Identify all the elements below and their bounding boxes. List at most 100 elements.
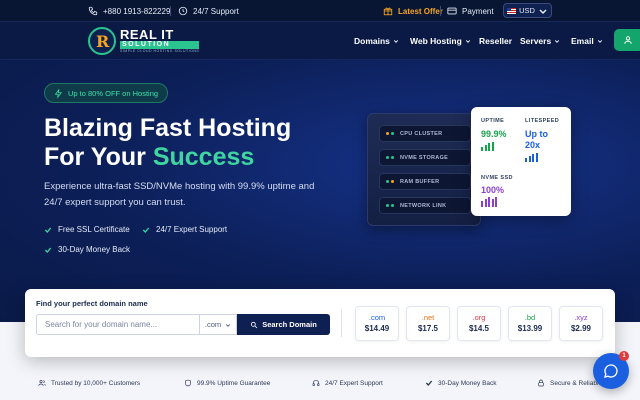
uptime-value: 99.9% [481, 129, 507, 139]
domain-search-input[interactable]: Search for your domain name... [36, 314, 199, 335]
uptime-label: UPTIME [481, 118, 505, 124]
tld-name: .com [368, 313, 386, 322]
currency-selector[interactable]: USD [503, 3, 552, 18]
nav-item-servers[interactable]: Servers [520, 36, 560, 46]
rack-ram: RAM BUFFER [379, 173, 471, 190]
hero-title-line1: Blazing Fast Hosting [44, 114, 292, 142]
rack-label: CPU CLUSTER [400, 130, 443, 137]
trust-label: 24/7 Expert Support [325, 379, 383, 387]
led-icon [386, 132, 389, 135]
check-icon [142, 227, 150, 233]
rack-cpu: CPU CLUSTER [379, 125, 471, 142]
support-label: 24/7 Support [193, 6, 239, 16]
rack-label: NETWORK LINK [400, 202, 447, 209]
nav-item-email[interactable]: Email [571, 36, 603, 46]
check-icon [425, 380, 433, 386]
users-icon [38, 380, 46, 386]
chevron-down-icon [555, 40, 560, 43]
led-icon [391, 156, 394, 159]
payment-label: Payment [462, 6, 494, 16]
tld-com[interactable]: .com $14.49 [355, 306, 399, 341]
lightning-icon [54, 88, 62, 98]
logo-mark-icon: R [88, 27, 116, 55]
hero-title-highlight: Success [152, 143, 255, 171]
shield-icon [185, 379, 191, 387]
search-domain-button[interactable]: Search Domain [237, 314, 330, 335]
promo-badge: Up to 80% OFF on Hosting [44, 83, 169, 103]
search-icon [251, 321, 258, 328]
gift-icon [383, 7, 393, 16]
account-button[interactable] [614, 29, 640, 51]
rack-label: NVME STORAGE [400, 154, 449, 161]
payment-link[interactable]: Payment [447, 0, 494, 22]
feature-label: Free SSL Certificate [58, 225, 130, 234]
logo-line2: SOLUTION [120, 41, 200, 49]
check-icon [44, 227, 52, 233]
tld-bd[interactable]: .bd $13.99 [508, 306, 552, 341]
logo[interactable]: R REAL IT SOLUTION SIMPLE CLOUD HOSTING … [88, 27, 200, 55]
rack-network: NETWORK LINK [379, 197, 471, 214]
tld-price: $17.5 [417, 324, 439, 333]
led-icon [386, 180, 389, 183]
phone-link[interactable]: +880 1913-822229 [88, 0, 170, 22]
uptime-bars-icon [481, 142, 494, 151]
nav-item-label: Domains [354, 36, 390, 46]
trust-support: 24/7 Expert Support [312, 379, 383, 387]
led-icon [391, 132, 394, 135]
latest-offer-link[interactable]: Latest Offer [383, 0, 443, 22]
stats-card: UPTIME 99.9% LITESPEED Up to 20x NVME SS… [471, 107, 571, 216]
led-icon [386, 204, 389, 207]
nvme-label: NVME SSD [481, 175, 513, 181]
headset-icon [312, 380, 320, 386]
led-icon [391, 204, 394, 207]
hero-title: Blazing Fast Hosting For Your Success [44, 114, 291, 172]
domain-search-title: Find your perfect domain name [36, 299, 148, 308]
chat-notification-badge: 1 [619, 351, 629, 361]
tld-price: $14.49 [364, 324, 390, 333]
tld-select[interactable]: .com [199, 314, 237, 335]
card-icon [447, 7, 457, 15]
feature-money-back: 30-Day Money Back [44, 245, 130, 254]
nav-item-domains[interactable]: Domains [354, 36, 399, 46]
hero-description: Experience ultra-fast SSD/NVMe hosting w… [44, 181, 315, 208]
feature-label: 30-Day Money Back [58, 245, 131, 254]
trust-uptime: 99.9% Uptime Guarantee [184, 379, 270, 387]
trust-label: 99.9% Uptime Guarantee [197, 379, 271, 387]
currency-label: USD [519, 6, 535, 15]
domain-search-card: Find your perfect domain name Search for… [25, 289, 615, 357]
trust-label: Secure & Reliable [550, 379, 603, 387]
server-rack-illustration: CPU CLUSTER NVME STORAGE RAM BUFFER NETW… [367, 113, 481, 226]
nav-item-label: Email [571, 36, 594, 46]
chat-bubble-icon [604, 364, 618, 378]
feature-label: 24/7 Expert Support [156, 225, 228, 234]
tld-org[interactable]: .org $14.5 [457, 306, 501, 341]
search-domain-label: Search Domain [262, 320, 317, 329]
nav-item-reseller[interactable]: Reseller [479, 36, 512, 46]
top-bar: +880 1913-822229 24/7 Support Latest Off… [0, 0, 640, 22]
tld-xyz[interactable]: .xyz $2.99 [559, 306, 603, 341]
rack-nvme: NVME STORAGE [379, 149, 471, 166]
phone-number: +880 1913-822229 [103, 6, 171, 16]
tld-selected: .com [204, 320, 222, 329]
nav-item-label: Servers [520, 36, 552, 46]
hero-title-line2-prefix: For Your [44, 143, 153, 171]
trust-label: Trusted by 10,000+ Customers [51, 379, 141, 387]
nav-item-web-hosting[interactable]: Web Hosting [410, 36, 471, 46]
tld-net[interactable]: .net $17.5 [406, 306, 450, 341]
rack-label: RAM BUFFER [400, 178, 440, 185]
nav-item-label: Reseller [479, 36, 513, 46]
led-icon [386, 156, 389, 159]
chevron-down-icon [393, 40, 399, 43]
feature-support: 24/7 Expert Support [142, 225, 227, 234]
led-icon [391, 180, 394, 183]
phone-icon [88, 6, 98, 16]
promo-badge-label: Up to 80% OFF on Hosting [68, 88, 159, 98]
support-link[interactable]: 24/7 Support [178, 0, 239, 22]
check-icon [44, 247, 52, 253]
chevron-down-icon [226, 323, 231, 327]
nvme-bars-icon [481, 197, 497, 207]
tld-price: $2.99 [570, 324, 592, 333]
speed-bars-icon [525, 153, 538, 162]
user-icon [624, 36, 632, 44]
chevron-down-icon [539, 8, 547, 14]
